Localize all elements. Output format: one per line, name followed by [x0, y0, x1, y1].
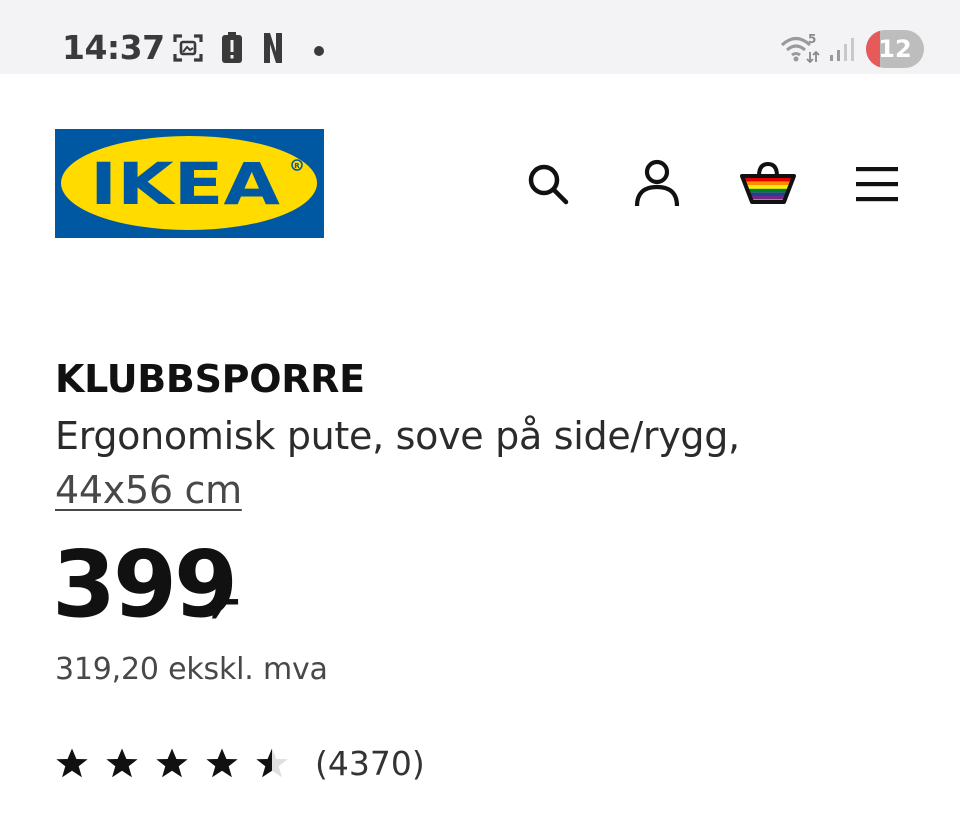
menu-button[interactable]: [851, 158, 903, 210]
screenshot-icon: [172, 32, 204, 68]
wifi-icon: 5: [780, 30, 822, 70]
product-rating[interactable]: (4370): [55, 744, 425, 784]
account-icon: [634, 159, 680, 207]
price-suffix: ,-: [210, 578, 241, 622]
dot-icon: [313, 42, 325, 61]
star-half-icon: [256, 748, 288, 778]
rating-stars: [55, 747, 305, 781]
review-count: (4370): [315, 744, 425, 783]
battery-alert-icon: [221, 32, 243, 68]
search-icon: [528, 164, 569, 205]
star-full-icon: [206, 748, 238, 778]
search-button[interactable]: [522, 158, 574, 210]
svg-text:R: R: [294, 162, 300, 170]
battery-indicator: 12: [866, 30, 924, 68]
product-price: 399: [52, 531, 238, 638]
netflix-icon: [262, 32, 284, 68]
logo-text: IKEA: [90, 150, 280, 218]
shopping-bag-icon: [740, 162, 796, 204]
menu-icon: [856, 167, 898, 202]
star-full-icon: [106, 748, 138, 778]
svg-text:5: 5: [808, 32, 816, 46]
star-full-icon: [56, 748, 88, 778]
signal-icon: [829, 36, 855, 66]
product-description: Ergonomisk pute, sove på side/rygg,: [55, 414, 740, 458]
ikea-logo[interactable]: IKEA R: [55, 129, 324, 238]
status-bar: 14:37 5 12: [0, 0, 960, 74]
battery-level: 12: [878, 35, 912, 63]
account-button[interactable]: [631, 158, 683, 210]
product-size-link[interactable]: 44x56 cm: [55, 464, 242, 516]
status-time: 14:37: [62, 28, 165, 67]
shopping-bag-button[interactable]: [740, 158, 796, 210]
product-name: KLUBBSPORRE: [55, 357, 365, 401]
price-excl-vat: 319,20 ekskl. mva: [55, 652, 328, 687]
star-full-icon: [156, 748, 188, 778]
